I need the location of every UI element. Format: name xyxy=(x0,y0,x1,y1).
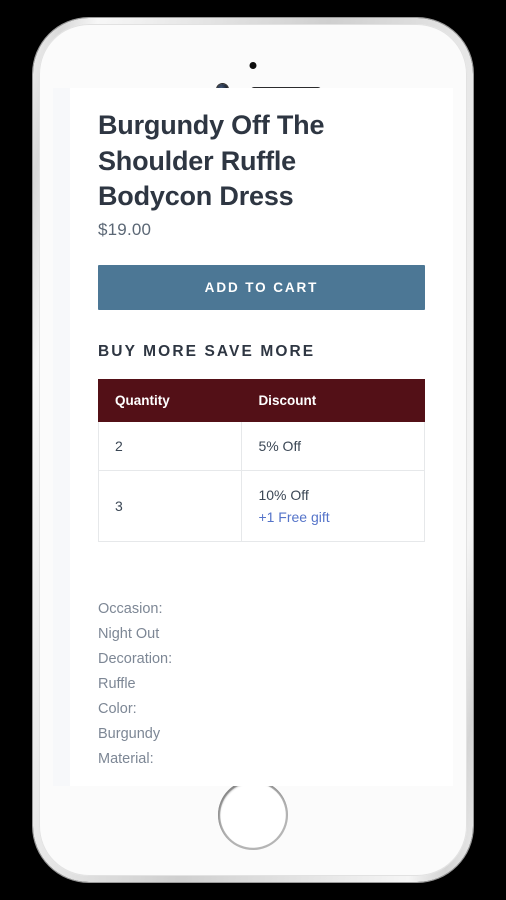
discount-table-container: Quantity Discount 2 5% Off 3 10% Off +1 … xyxy=(70,378,453,542)
cell-quantity: 3 xyxy=(97,469,243,542)
product-price: $19.00 xyxy=(98,219,152,239)
page-title: Burgundy Off The Shoulder Ruffle Bodycon… xyxy=(98,110,325,212)
detail-line: Occasion: xyxy=(98,600,163,617)
product-page-content: Burgundy Off The Shoulder Ruffle Bodycon… xyxy=(70,88,453,786)
product-details-list: Occasion: Night Out Decoration: Ruffle C… xyxy=(70,597,453,772)
detail-line: Night Out xyxy=(98,625,160,642)
detail-line: Material: xyxy=(98,750,154,767)
add-to-cart-container: ADD TO CART xyxy=(70,264,453,310)
proximity-sensor-icon xyxy=(249,62,257,69)
column-header-discount: Discount xyxy=(241,378,425,422)
table-header: Quantity Discount xyxy=(97,378,425,422)
detail-line: Ruffle xyxy=(98,675,136,692)
table-row: 3 10% Off +1 Free gift xyxy=(97,469,425,542)
detail-line: Burgundy xyxy=(98,725,161,742)
product-header: Burgundy Off The Shoulder Ruffle Bodycon… xyxy=(70,108,453,240)
cell-discount: 5% Off xyxy=(241,420,425,471)
discount-table: Quantity Discount 2 5% Off 3 10% Off +1 … xyxy=(97,378,425,542)
cell-discount: 10% Off +1 Free gift xyxy=(241,469,425,542)
screenshot-root: Burgundy Off The Shoulder Ruffle Bodycon… xyxy=(0,0,506,900)
add-to-cart-button[interactable]: ADD TO CART xyxy=(98,264,425,310)
detail-line: Decoration: xyxy=(98,650,173,667)
discount-value: 10% Off xyxy=(258,486,309,503)
detail-line: Color: xyxy=(98,700,137,717)
table-body: 2 5% Off 3 10% Off +1 Free gift xyxy=(97,420,425,542)
promo-section: BUY MORE SAVE MORE xyxy=(70,343,453,361)
column-header-quantity: Quantity xyxy=(97,378,243,422)
free-gift-link[interactable]: +1 Free gift xyxy=(258,509,408,525)
phone-screen: Burgundy Off The Shoulder Ruffle Bodycon… xyxy=(53,88,453,786)
cell-quantity: 2 xyxy=(97,420,243,471)
home-button-icon[interactable] xyxy=(218,780,288,850)
buy-more-save-more-heading: BUY MORE SAVE MORE xyxy=(98,342,316,360)
table-header-row: Quantity Discount xyxy=(97,378,425,422)
table-row: 2 5% Off xyxy=(97,420,425,471)
